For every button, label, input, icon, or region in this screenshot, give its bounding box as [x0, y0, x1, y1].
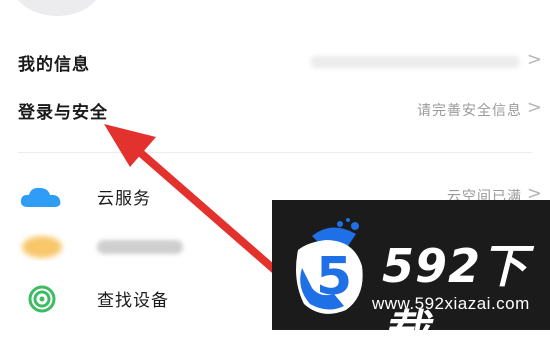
watermark: 5 592下载 www.592xiazai.com: [272, 200, 550, 359]
avatar[interactable]: [12, 0, 102, 16]
my-info-row[interactable]: 我的信息 >: [0, 36, 550, 88]
find-device-label: 查找设备: [97, 291, 169, 311]
my-info-value-blurred: [310, 56, 520, 68]
section-divider: [18, 152, 532, 153]
cloud-service-label: 云服务: [97, 189, 151, 209]
watermark-logo: 5: [296, 218, 363, 314]
chevron-right-icon: >: [526, 49, 542, 70]
login-security-row[interactable]: 登录与安全 请完善安全信息 >: [0, 84, 550, 136]
yellow-blurred-icon: [22, 236, 62, 258]
blurred-label: [97, 240, 183, 254]
login-security-label: 登录与安全: [18, 103, 108, 123]
login-security-value: 请完善安全信息: [417, 103, 522, 119]
my-info-label: 我的信息: [18, 55, 90, 75]
find-device-icon: [28, 285, 56, 313]
watermark-url: www.592xiazai.com: [372, 294, 530, 313]
cloud-icon: [20, 187, 61, 207]
chevron-right-icon: >: [526, 97, 542, 118]
watermark-logo-digit: 5: [316, 247, 352, 307]
